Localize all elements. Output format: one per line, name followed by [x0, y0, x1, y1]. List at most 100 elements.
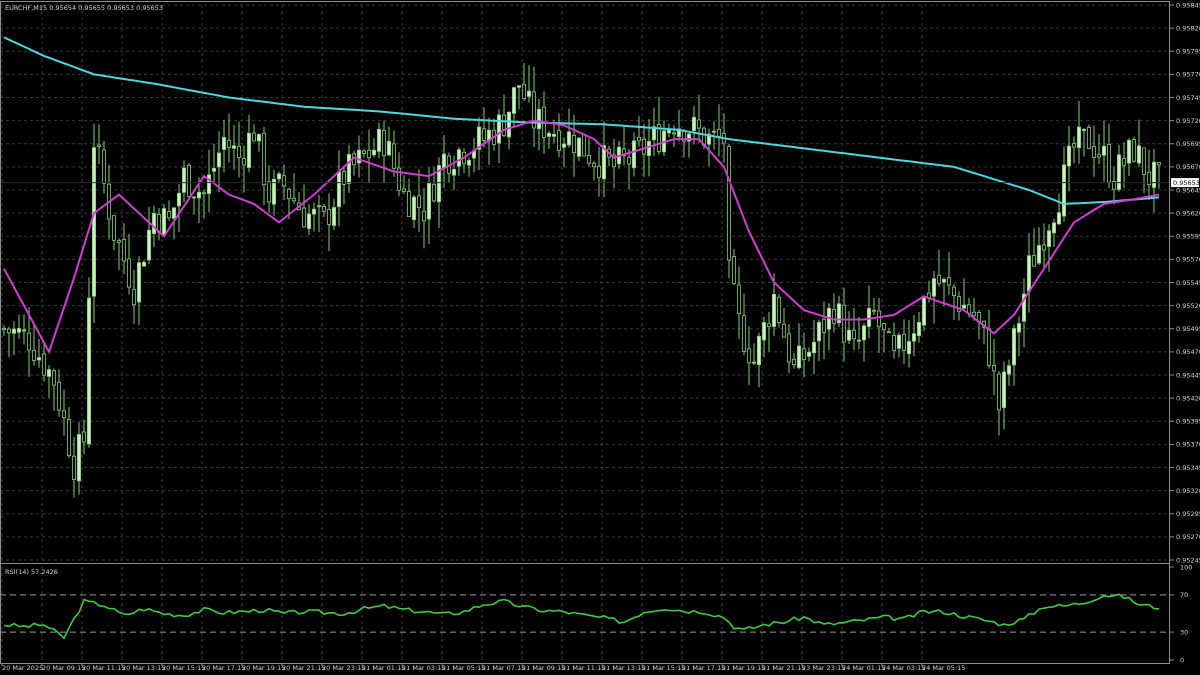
chart-background	[0, 0, 1200, 675]
candle-body	[291, 197, 296, 202]
price-tick-label: 0.95595	[1176, 233, 1200, 241]
time-tick-label: 20 Mar 15:15	[162, 664, 205, 672]
time-tick-label: 21 Mar 07:15	[482, 664, 525, 672]
candle-body	[67, 419, 72, 456]
candle-body	[912, 333, 917, 342]
candle-body	[421, 210, 426, 222]
price-tick-label: 0.95645	[1176, 186, 1200, 194]
candle-body	[366, 150, 371, 158]
candle-body	[1012, 328, 1017, 366]
candle-body	[692, 116, 697, 131]
candle-body	[562, 143, 567, 148]
price-tick-label: 0.95745	[1176, 94, 1200, 102]
price-tick-label: 0.95495	[1176, 325, 1200, 333]
candle-body	[857, 339, 862, 342]
candle-body	[356, 149, 361, 164]
candle-body	[782, 323, 787, 338]
candle-body	[191, 196, 196, 199]
time-tick-label: 21 Mar 17:15	[682, 664, 725, 672]
candle-body	[346, 154, 351, 184]
candle-body	[1037, 245, 1042, 264]
candle-body	[11, 328, 16, 334]
price-tick-label: 0.95845	[1176, 1, 1200, 9]
candle-body	[21, 329, 26, 332]
candle-body	[917, 321, 922, 336]
time-tick-label: 20 Mar 13:15	[122, 664, 165, 672]
candle-body	[431, 183, 436, 202]
candle-body	[1077, 126, 1082, 148]
candle-body	[216, 152, 221, 168]
price-tick-label: 0.95270	[1176, 533, 1200, 541]
candle-body	[997, 373, 1002, 411]
price-tick-label: 0.95570	[1176, 256, 1200, 264]
candle-body	[972, 311, 977, 317]
candle-body	[867, 308, 872, 327]
candle-body	[236, 145, 241, 158]
candle-body	[37, 357, 42, 361]
candle-body	[361, 150, 366, 154]
candle-body	[577, 137, 582, 157]
candle-body	[1027, 255, 1032, 292]
candle-body	[136, 262, 141, 303]
candle-body	[1072, 143, 1077, 148]
current-price-label: 0.95653	[1173, 179, 1200, 187]
candle-body	[877, 310, 882, 328]
candle-body	[246, 132, 251, 168]
candle-body	[772, 293, 777, 327]
candle-body	[117, 240, 122, 243]
time-tick-label: 23 Mar 23:15	[802, 664, 845, 672]
candle-body	[151, 212, 156, 234]
candle-body	[792, 358, 797, 365]
candle-body	[1117, 154, 1122, 190]
rsi-header: RSI(14) 57.2426	[5, 568, 58, 576]
candle-body	[102, 149, 107, 184]
candle-body	[802, 348, 807, 360]
time-tick-label: 21 Mar 13:15	[602, 664, 645, 672]
candle-body	[1007, 365, 1012, 375]
candle-body	[642, 138, 647, 155]
time-tick-label: 21 Mar 15:15	[642, 664, 685, 672]
time-tick-label: 24 Mar 03:15	[882, 664, 925, 672]
candle-body	[466, 159, 471, 166]
candle-body	[456, 149, 461, 167]
price-tick-label: 0.95795	[1176, 48, 1200, 56]
candle-body	[842, 304, 847, 343]
time-tick-label: 20 Mar 23:15	[322, 664, 365, 672]
candle-body	[316, 205, 321, 208]
candle-body	[947, 277, 952, 286]
candle-body	[1042, 244, 1047, 251]
candle-body	[481, 128, 486, 141]
candle-body	[441, 153, 446, 169]
price-tick-label: 0.95370	[1176, 441, 1200, 449]
candle-body	[122, 239, 127, 262]
rsi-tick-label: 0	[1180, 656, 1184, 664]
time-tick-label: 21 Mar 19:15	[722, 664, 765, 672]
candle-body	[1062, 164, 1067, 217]
time-tick-label: 21 Mar 05:15	[442, 664, 485, 672]
candle-body	[336, 171, 341, 208]
candle-body	[847, 329, 852, 341]
price-tick-label: 0.95620	[1176, 209, 1200, 217]
candle-body	[627, 157, 632, 165]
candle-body	[512, 87, 517, 114]
candle-body	[902, 333, 907, 351]
candle-body	[852, 329, 857, 340]
candle-body	[767, 323, 772, 328]
candle-body	[822, 318, 827, 333]
candle-body	[952, 286, 957, 296]
price-chart[interactable]: 0.95845 0.95820 0.95795 0.95770 0.95745 0.957…	[0, 0, 1200, 675]
candle-body	[506, 111, 511, 138]
candle-body	[206, 174, 211, 194]
price-tick-label: 0.95770	[1176, 71, 1200, 79]
candle-body	[181, 167, 186, 193]
candle-body	[42, 353, 47, 376]
candle-body	[141, 261, 146, 267]
time-tick-label: 20 Mar 17:15	[202, 664, 245, 672]
candle-body	[326, 209, 331, 225]
candle-body	[517, 85, 522, 88]
time-axis[interactable]: 20 Mar 202520 Mar 09:1520 Mar 11:1520 Ma…	[1, 663, 965, 672]
candle-body	[371, 149, 376, 156]
candle-body	[112, 215, 117, 241]
candle-body	[281, 175, 286, 187]
candle-body	[166, 211, 171, 219]
